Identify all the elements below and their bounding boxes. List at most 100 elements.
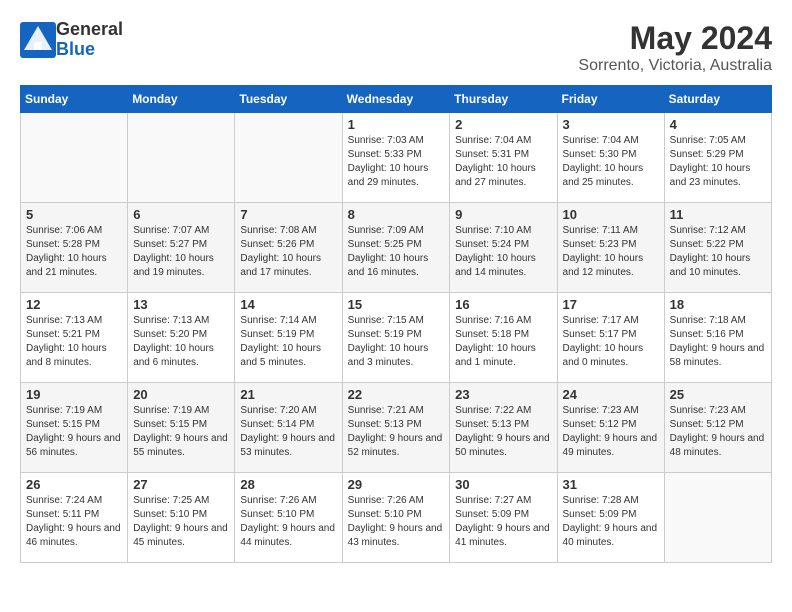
calendar-week-2: 5 Sunrise: 7:06 AM Sunset: 5:28 PM Daylig… xyxy=(21,203,772,293)
calendar-cell: 9Sunrise: 7:10 AM Sunset: 5:24 PM Daylig… xyxy=(450,203,557,293)
day-number: 27 xyxy=(133,477,229,492)
calendar-cell xyxy=(664,473,771,563)
header: General Blue May 2024 Sorrento, Victoria… xyxy=(20,20,772,75)
day-info: Sunrise: 7:05 AM Sunset: 5:29 PM Dayligh… xyxy=(670,134,766,190)
day-info: Sunrise: 7:18 AM Sunset: 5:16 PM Dayligh… xyxy=(670,314,766,370)
calendar-cell: 29 Sunrise: 7:26 AM Sunset: 5:10 PM Dayli… xyxy=(342,473,450,563)
day-info: Sunrise: 7:03 AM Sunset: 5:33 PM Dayligh… xyxy=(348,134,445,190)
day-number: 19 xyxy=(26,387,122,402)
calendar-cell: 30Sunrise: 7:27 AM Sunset: 5:09 PM Dayli… xyxy=(450,473,557,563)
day-info: Sunrise: 7:08 AM Sunset: 5:26 PM Dayligh… xyxy=(240,224,336,280)
calendar-week-5: 26 Sunrise: 7:24 AM Sunset: 5:11 PM Dayli… xyxy=(21,473,772,563)
calendar-cell: 7Sunrise: 7:08 AM Sunset: 5:26 PM Daylig… xyxy=(235,203,342,293)
day-info: Sunrise: 7:06 AM Sunset: 5:28 PM Dayligh… xyxy=(26,224,122,280)
calendar-cell: 11 Sunrise: 7:12 AM Sunset: 5:22 PM Dayli… xyxy=(664,203,771,293)
logo-icon xyxy=(20,22,56,58)
day-info: Sunrise: 7:23 AM Sunset: 5:12 PM Dayligh… xyxy=(563,404,659,460)
logo-text: General Blue xyxy=(56,20,123,60)
day-info: Sunrise: 7:13 AM Sunset: 5:20 PM Dayligh… xyxy=(133,314,229,370)
day-number: 20 xyxy=(133,387,229,402)
calendar-cell: 21 Sunrise: 7:20 AM Sunset: 5:14 PM Dayli… xyxy=(235,383,342,473)
day-info: Sunrise: 7:19 AM Sunset: 5:15 PM Dayligh… xyxy=(133,404,229,460)
day-number: 6 xyxy=(133,207,229,222)
day-number: 29 xyxy=(348,477,445,492)
header-cell-monday: Monday xyxy=(128,86,235,113)
day-number: 13 xyxy=(133,297,229,312)
calendar-cell: 10 Sunrise: 7:11 AM Sunset: 5:23 PM Dayli… xyxy=(557,203,664,293)
day-number: 23 xyxy=(455,387,551,402)
title-area: May 2024 Sorrento, Victoria, Australia xyxy=(578,20,772,75)
calendar-cell: 3 Sunrise: 7:04 AM Sunset: 5:30 PM Daylig… xyxy=(557,113,664,203)
calendar-week-4: 19 Sunrise: 7:19 AM Sunset: 5:15 PM Dayli… xyxy=(21,383,772,473)
day-number: 17 xyxy=(563,297,659,312)
calendar-cell: 16 Sunrise: 7:16 AM Sunset: 5:18 PM Dayli… xyxy=(450,293,557,383)
day-number: 16 xyxy=(455,297,551,312)
calendar-cell: 23Sunrise: 7:22 AM Sunset: 5:13 PM Dayli… xyxy=(450,383,557,473)
day-info: Sunrise: 7:17 AM Sunset: 5:17 PM Dayligh… xyxy=(563,314,659,370)
day-number: 5 xyxy=(26,207,122,222)
header-cell-thursday: Thursday xyxy=(450,86,557,113)
calendar-cell: 5 Sunrise: 7:06 AM Sunset: 5:28 PM Daylig… xyxy=(21,203,128,293)
location-title: Sorrento, Victoria, Australia xyxy=(578,57,772,75)
day-info: Sunrise: 7:16 AM Sunset: 5:18 PM Dayligh… xyxy=(455,314,551,370)
header-cell-wednesday: Wednesday xyxy=(342,86,450,113)
day-number: 8 xyxy=(348,207,445,222)
day-info: Sunrise: 7:15 AM Sunset: 5:19 PM Dayligh… xyxy=(348,314,445,370)
day-info: Sunrise: 7:28 AM Sunset: 5:09 PM Dayligh… xyxy=(563,494,659,550)
calendar-cell: 2Sunrise: 7:04 AM Sunset: 5:31 PM Daylig… xyxy=(450,113,557,203)
day-number: 14 xyxy=(240,297,336,312)
day-info: Sunrise: 7:04 AM Sunset: 5:30 PM Dayligh… xyxy=(563,134,659,190)
calendar-cell: 25 Sunrise: 7:23 AM Sunset: 5:12 PM Dayli… xyxy=(664,383,771,473)
day-info: Sunrise: 7:10 AM Sunset: 5:24 PM Dayligh… xyxy=(455,224,551,280)
day-number: 18 xyxy=(670,297,766,312)
day-number: 26 xyxy=(26,477,122,492)
calendar-body: 1 Sunrise: 7:03 AM Sunset: 5:33 PM Daylig… xyxy=(21,113,772,563)
calendar-cell: 20 Sunrise: 7:19 AM Sunset: 5:15 PM Dayli… xyxy=(128,383,235,473)
header-cell-sunday: Sunday xyxy=(21,86,128,113)
day-info: Sunrise: 7:19 AM Sunset: 5:15 PM Dayligh… xyxy=(26,404,122,460)
calendar-table: SundayMondayTuesdayWednesdayThursdayFrid… xyxy=(20,85,772,563)
day-info: Sunrise: 7:21 AM Sunset: 5:13 PM Dayligh… xyxy=(348,404,445,460)
day-number: 4 xyxy=(670,117,766,132)
day-number: 1 xyxy=(348,117,445,132)
calendar-week-3: 12Sunrise: 7:13 AM Sunset: 5:21 PM Dayli… xyxy=(21,293,772,383)
calendar-cell: 8 Sunrise: 7:09 AM Sunset: 5:25 PM Daylig… xyxy=(342,203,450,293)
day-info: Sunrise: 7:24 AM Sunset: 5:11 PM Dayligh… xyxy=(26,494,122,550)
day-number: 22 xyxy=(348,387,445,402)
calendar-cell xyxy=(21,113,128,203)
day-info: Sunrise: 7:12 AM Sunset: 5:22 PM Dayligh… xyxy=(670,224,766,280)
day-info: Sunrise: 7:25 AM Sunset: 5:10 PM Dayligh… xyxy=(133,494,229,550)
day-info: Sunrise: 7:13 AM Sunset: 5:21 PM Dayligh… xyxy=(26,314,122,370)
day-number: 10 xyxy=(563,207,659,222)
calendar-cell xyxy=(128,113,235,203)
day-info: Sunrise: 7:26 AM Sunset: 5:10 PM Dayligh… xyxy=(348,494,445,550)
day-number: 28 xyxy=(240,477,336,492)
calendar-cell: 24 Sunrise: 7:23 AM Sunset: 5:12 PM Dayli… xyxy=(557,383,664,473)
day-info: Sunrise: 7:11 AM Sunset: 5:23 PM Dayligh… xyxy=(563,224,659,280)
day-number: 21 xyxy=(240,387,336,402)
calendar-cell: 26 Sunrise: 7:24 AM Sunset: 5:11 PM Dayli… xyxy=(21,473,128,563)
day-info: Sunrise: 7:20 AM Sunset: 5:14 PM Dayligh… xyxy=(240,404,336,460)
header-row: SundayMondayTuesdayWednesdayThursdayFrid… xyxy=(21,86,772,113)
calendar-week-1: 1 Sunrise: 7:03 AM Sunset: 5:33 PM Daylig… xyxy=(21,113,772,203)
day-info: Sunrise: 7:23 AM Sunset: 5:12 PM Dayligh… xyxy=(670,404,766,460)
day-number: 24 xyxy=(563,387,659,402)
calendar-cell: 4 Sunrise: 7:05 AM Sunset: 5:29 PM Daylig… xyxy=(664,113,771,203)
day-number: 11 xyxy=(670,207,766,222)
day-number: 15 xyxy=(348,297,445,312)
day-number: 25 xyxy=(670,387,766,402)
day-info: Sunrise: 7:14 AM Sunset: 5:19 PM Dayligh… xyxy=(240,314,336,370)
day-number: 31 xyxy=(563,477,659,492)
day-info: Sunrise: 7:07 AM Sunset: 5:27 PM Dayligh… xyxy=(133,224,229,280)
day-info: Sunrise: 7:09 AM Sunset: 5:25 PM Dayligh… xyxy=(348,224,445,280)
calendar-cell: 12Sunrise: 7:13 AM Sunset: 5:21 PM Dayli… xyxy=(21,293,128,383)
calendar-cell: 18 Sunrise: 7:18 AM Sunset: 5:16 PM Dayli… xyxy=(664,293,771,383)
header-cell-friday: Friday xyxy=(557,86,664,113)
day-number: 2 xyxy=(455,117,551,132)
day-number: 3 xyxy=(563,117,659,132)
calendar-cell: 15 Sunrise: 7:15 AM Sunset: 5:19 PM Dayli… xyxy=(342,293,450,383)
calendar-cell: 31 Sunrise: 7:28 AM Sunset: 5:09 PM Dayli… xyxy=(557,473,664,563)
calendar-cell: 1 Sunrise: 7:03 AM Sunset: 5:33 PM Daylig… xyxy=(342,113,450,203)
calendar-cell: 17 Sunrise: 7:17 AM Sunset: 5:17 PM Dayli… xyxy=(557,293,664,383)
day-number: 30 xyxy=(455,477,551,492)
